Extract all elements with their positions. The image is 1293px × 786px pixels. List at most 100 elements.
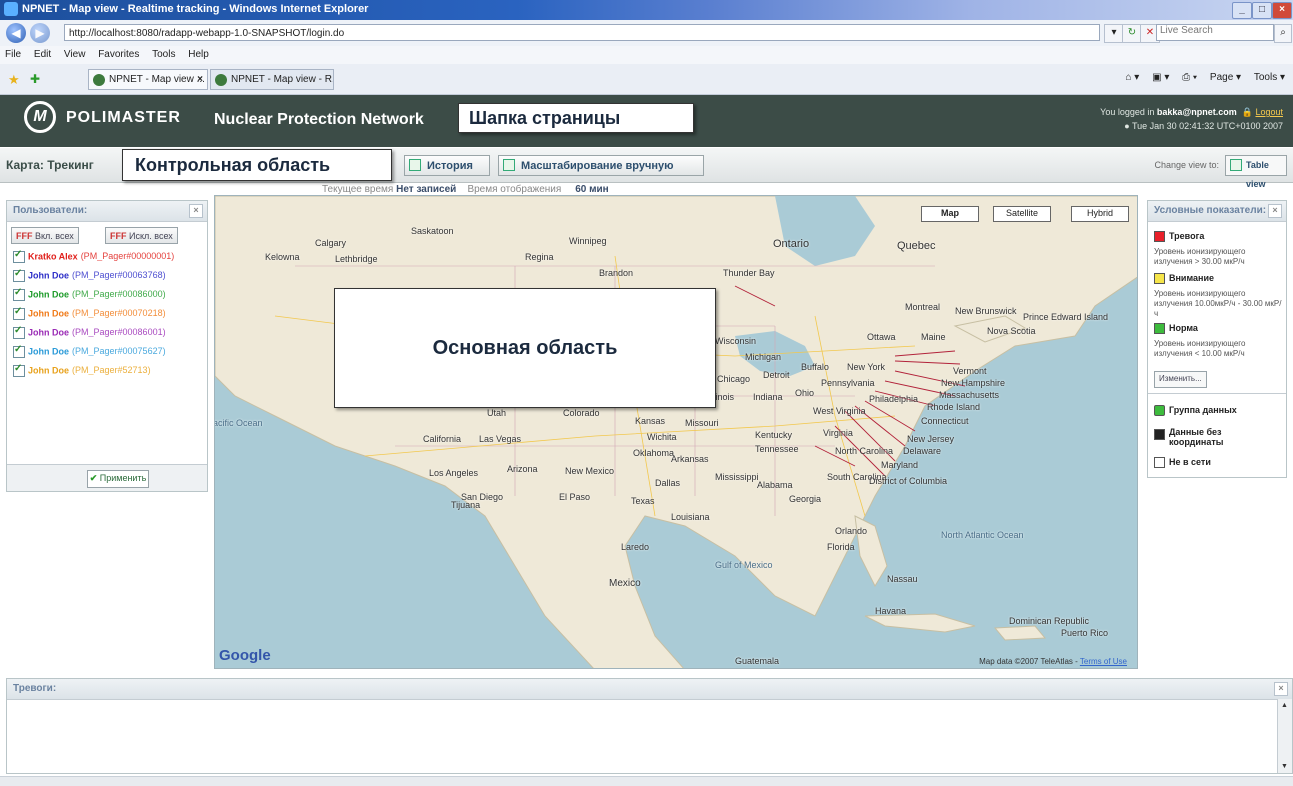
tab-label: NPNET - Map view ... bbox=[109, 74, 205, 85]
user-name: John Doe bbox=[28, 289, 70, 300]
map-type-satellite-button[interactable]: Satellite bbox=[993, 206, 1051, 222]
menu-edit[interactable]: Edit bbox=[29, 46, 56, 60]
map-label: District of Columbia bbox=[869, 476, 948, 486]
map-label: Massachusetts bbox=[939, 390, 1000, 400]
user-checkbox[interactable] bbox=[13, 325, 25, 339]
map-view[interactable]: Map Satellite Hybrid Ontario Quebec Calg… bbox=[214, 195, 1138, 669]
user-checkbox[interactable] bbox=[13, 306, 25, 320]
map-type-map-button[interactable]: Map bbox=[921, 206, 979, 222]
table-view-button[interactable]: Table view bbox=[1225, 155, 1287, 189]
menu-file[interactable]: File bbox=[0, 46, 26, 60]
map-label: Nassau bbox=[887, 574, 918, 584]
collapse-icon[interactable]: × bbox=[189, 204, 203, 218]
current-datetime: Tue Jan 30 02:41:32 UTC+0100 2007 bbox=[1131, 121, 1283, 131]
user-name: John Doe bbox=[28, 308, 70, 319]
ie-icon bbox=[4, 2, 18, 16]
map-label: Saskatoon bbox=[411, 226, 454, 236]
menu-tools[interactable]: Tools bbox=[147, 46, 180, 60]
close-window-button[interactable]: × bbox=[1272, 2, 1292, 19]
menu-view[interactable]: View bbox=[59, 46, 91, 60]
refresh-icon[interactable]: ↻ bbox=[1122, 24, 1142, 43]
close-tab-icon[interactable]: × bbox=[197, 70, 203, 89]
user-row[interactable]: John Doe(PM_Pager#00063768) bbox=[13, 268, 166, 285]
collapse-icon[interactable]: × bbox=[1274, 682, 1288, 696]
map-label: Montreal bbox=[905, 302, 941, 312]
user-row[interactable]: John Doe(PM_Pager#00070218) bbox=[13, 306, 166, 323]
user-checkbox[interactable] bbox=[13, 344, 25, 358]
tab-map-view-1[interactable]: NPNET - Map view ... × bbox=[88, 69, 208, 90]
map-label: Mexico bbox=[609, 578, 641, 589]
search-input[interactable]: Live Search bbox=[1156, 24, 1274, 41]
display-time-value[interactable]: 60 мин bbox=[575, 184, 609, 195]
user-row[interactable]: John Doe(PM_Pager#52713) bbox=[13, 363, 151, 380]
user-row[interactable]: John Doe(PM_Pager#00086001) bbox=[13, 325, 166, 342]
map-label: California bbox=[423, 434, 462, 444]
map-label: Ontario bbox=[773, 238, 810, 250]
user-name: John Doe bbox=[28, 270, 70, 281]
map-type-hybrid-button[interactable]: Hybrid bbox=[1071, 206, 1129, 222]
map-label: Calgary bbox=[315, 238, 347, 248]
search-icon[interactable]: ⌕ bbox=[1274, 24, 1292, 43]
user-email: bakka@npnet.com bbox=[1156, 107, 1237, 117]
map-label: Arizona bbox=[507, 464, 538, 474]
scroll-down-icon[interactable]: ▼ bbox=[1280, 762, 1289, 771]
users-panel: Пользователи: × FFF Вкл. всех FFF Искл. … bbox=[6, 200, 208, 492]
deselect-all-label: Искл. всех bbox=[129, 231, 173, 241]
page-menu[interactable]: Page ▾ bbox=[1210, 72, 1241, 83]
feeds-icon[interactable]: ▣ ▾ bbox=[1152, 72, 1169, 83]
user-checkbox[interactable] bbox=[13, 249, 25, 263]
map-label: Georgia bbox=[789, 494, 822, 504]
legend-normal: Норма bbox=[1154, 323, 1198, 335]
map-label: Tennessee bbox=[755, 444, 799, 454]
collapse-icon[interactable]: × bbox=[1268, 204, 1282, 218]
history-button[interactable]: История bbox=[404, 155, 490, 176]
maximize-button[interactable]: □ bbox=[1252, 2, 1272, 19]
user-row[interactable]: Kratko Alex(PM_Pager#00000001) bbox=[13, 249, 174, 266]
map-label: Kentucky bbox=[755, 430, 793, 440]
legend-alarm: Тревога bbox=[1154, 231, 1204, 243]
home-icon[interactable]: ⌂ ▾ bbox=[1125, 72, 1139, 83]
map-label: Thunder Bay bbox=[723, 268, 775, 278]
menu-favorites[interactable]: Favorites bbox=[93, 46, 144, 60]
offline-icon bbox=[1154, 457, 1165, 469]
menu-help[interactable]: Help bbox=[183, 46, 214, 60]
change-thresholds-button[interactable]: Изменить... bbox=[1154, 371, 1207, 388]
map-label: North Atlantic Ocean bbox=[941, 530, 1024, 540]
legend-offline: Не в сети bbox=[1154, 457, 1211, 469]
user-checkbox[interactable] bbox=[13, 268, 25, 282]
user-name: John Doe bbox=[28, 327, 70, 338]
tab-map-view-2[interactable]: NPNET - Map view - R... bbox=[210, 69, 334, 90]
dropdown-icon[interactable]: ▾ bbox=[1104, 24, 1124, 43]
add-favorite-icon[interactable]: ✚ bbox=[30, 72, 40, 86]
normal-swatch bbox=[1154, 323, 1165, 335]
user-row[interactable]: John Doe(PM_Pager#00075627) bbox=[13, 344, 166, 361]
apply-button[interactable]: ✔ Применить bbox=[87, 470, 149, 488]
user-checkbox[interactable] bbox=[13, 287, 25, 301]
user-row[interactable]: John Doe(PM_Pager#00086000) bbox=[13, 287, 166, 304]
menu-bar: File Edit View Favorites Tools Help bbox=[0, 46, 1293, 65]
map-label: Ottawa bbox=[867, 332, 896, 342]
normal-label: Норма bbox=[1169, 323, 1198, 333]
select-all-button[interactable]: FFF Вкл. всех bbox=[11, 227, 79, 244]
minimize-button[interactable]: _ bbox=[1232, 2, 1252, 19]
url-field[interactable]: http://localhost:8080/radapp-webapp-1.0-… bbox=[64, 24, 1100, 41]
user-checkbox[interactable] bbox=[13, 363, 25, 377]
favorites-star-icon[interactable]: ★ bbox=[8, 72, 20, 88]
tools-menu[interactable]: Tools ▾ bbox=[1254, 72, 1285, 83]
map-label: Orlando bbox=[835, 526, 868, 536]
map-label: Rhode Island bbox=[927, 402, 981, 412]
normal-description: Уровень ионизирующего излучения < 10.00 … bbox=[1154, 339, 1246, 358]
group-label: Группа данных bbox=[1169, 405, 1237, 415]
legend-title-text: Условные показатели: bbox=[1154, 205, 1267, 216]
scroll-up-icon[interactable]: ▲ bbox=[1280, 701, 1289, 710]
terms-of-use-link[interactable]: Terms of Use bbox=[1080, 657, 1127, 666]
deselect-all-button[interactable]: FFF Искл. всех bbox=[105, 227, 178, 244]
forward-icon[interactable]: ▶ bbox=[30, 23, 50, 43]
alarms-scrollbar[interactable]: ▲ ▼ bbox=[1277, 699, 1292, 773]
logout-link[interactable]: Logout bbox=[1255, 107, 1283, 117]
users-panel-title: Пользователи: × bbox=[7, 201, 207, 222]
back-icon[interactable]: ◀ bbox=[6, 23, 26, 43]
print-icon[interactable]: ⎙ ▾ bbox=[1182, 72, 1197, 83]
google-logo[interactable]: Google bbox=[219, 647, 271, 664]
manual-zoom-button[interactable]: Масштабирование вручную bbox=[498, 155, 704, 176]
